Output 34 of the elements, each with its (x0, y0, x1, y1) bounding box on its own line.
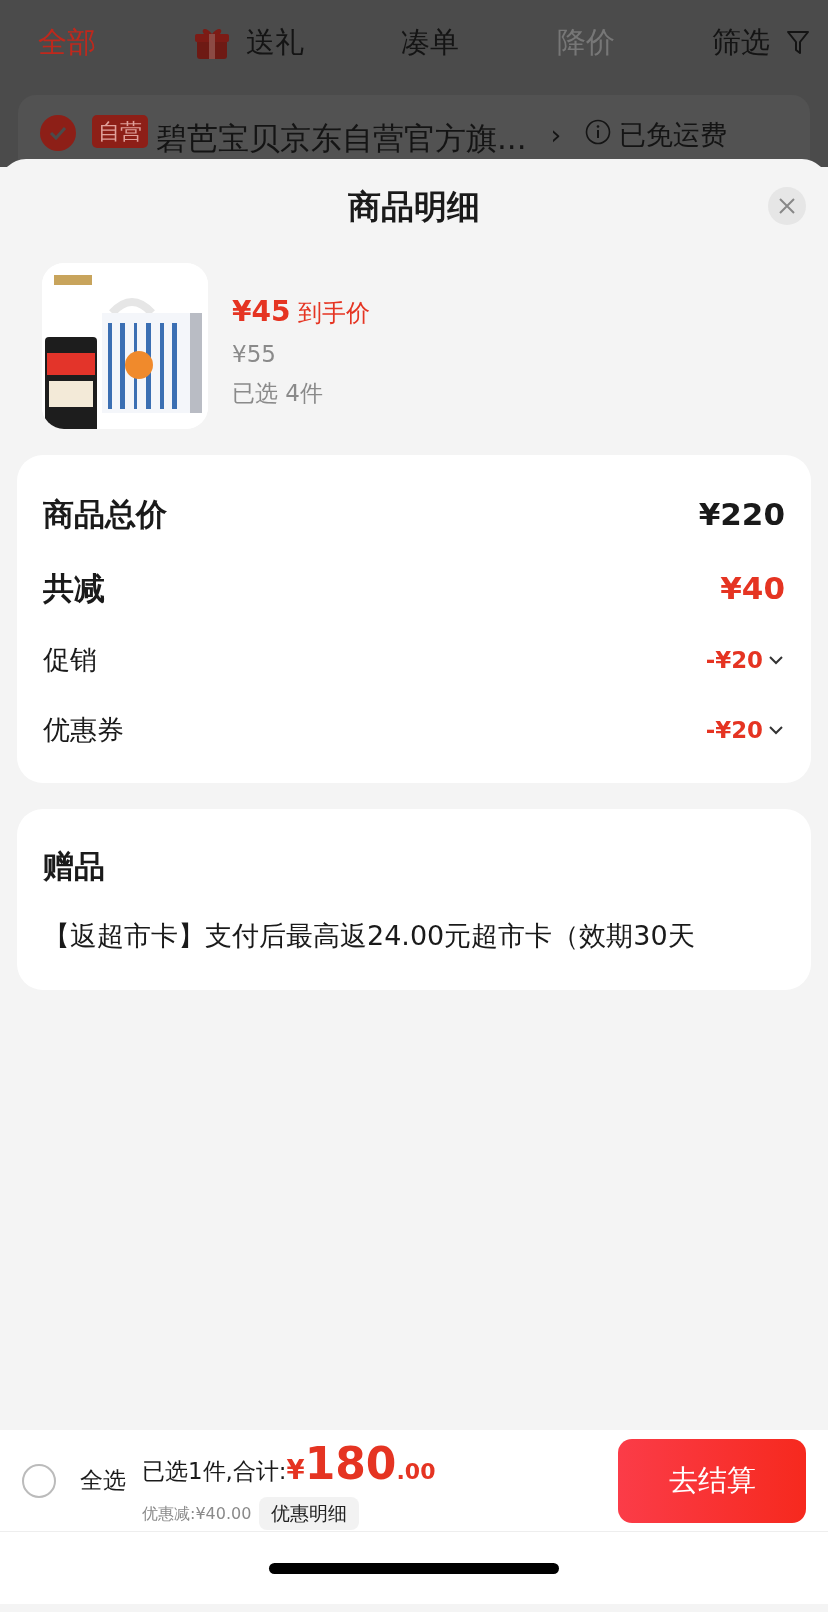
chevron-icon: › (550, 115, 562, 156)
filter-icon[interactable] (786, 29, 810, 56)
filter-tab[interactable]: 全部 (38, 20, 96, 65)
gift-title: 赠品 (43, 847, 106, 886)
close-icon (778, 197, 796, 215)
checkout-button[interactable]: 去结算 (618, 1438, 806, 1523)
summary-label: 共减 (43, 568, 105, 608)
shipping-label: 已免运费 (619, 118, 728, 152)
quantity-label: 已选 4件 (232, 378, 324, 408)
filter-button[interactable]: 筛选 (712, 20, 770, 65)
filter-tab[interactable]: 送礼 (245, 20, 304, 65)
summary-label: 促销 (43, 642, 97, 677)
info-icon[interactable] (585, 119, 612, 145)
total-label: 已选1件,合计: (142, 1457, 287, 1487)
sheet-title: 商品明细 (348, 186, 480, 229)
gift-description: 【返超市卡】支付后最高返24.00元超市卡（效期30天 (43, 918, 696, 953)
original-price: ¥55 (232, 340, 277, 369)
select-all-label[interactable]: 全选 (80, 1463, 126, 1498)
deal-price: ¥45 (232, 294, 291, 330)
radio-button[interactable] (22, 1463, 56, 1498)
summary-label: 优惠券 (43, 712, 124, 747)
summary-value: ¥220 (698, 494, 785, 534)
checkbox[interactable] (40, 115, 76, 151)
total-amount: ¥180.00 (286, 1437, 436, 1492)
price-label: 到手价 (298, 298, 371, 329)
summary-value: -¥20 (705, 645, 763, 675)
close-button[interactable] (768, 187, 806, 225)
discount-label: 优惠减:¥40.00 (142, 1502, 252, 1525)
shop-name[interactable]: 碧芭宝贝京东自营官方旗... (156, 115, 527, 162)
summary-value: -¥20 (705, 715, 763, 745)
discount-details-button[interactable]: 优惠明细 (259, 1497, 360, 1530)
summary-label: 商品总价 (43, 494, 167, 534)
summary-value: ¥40 (720, 568, 785, 608)
badge-label: 自营 (92, 115, 148, 148)
